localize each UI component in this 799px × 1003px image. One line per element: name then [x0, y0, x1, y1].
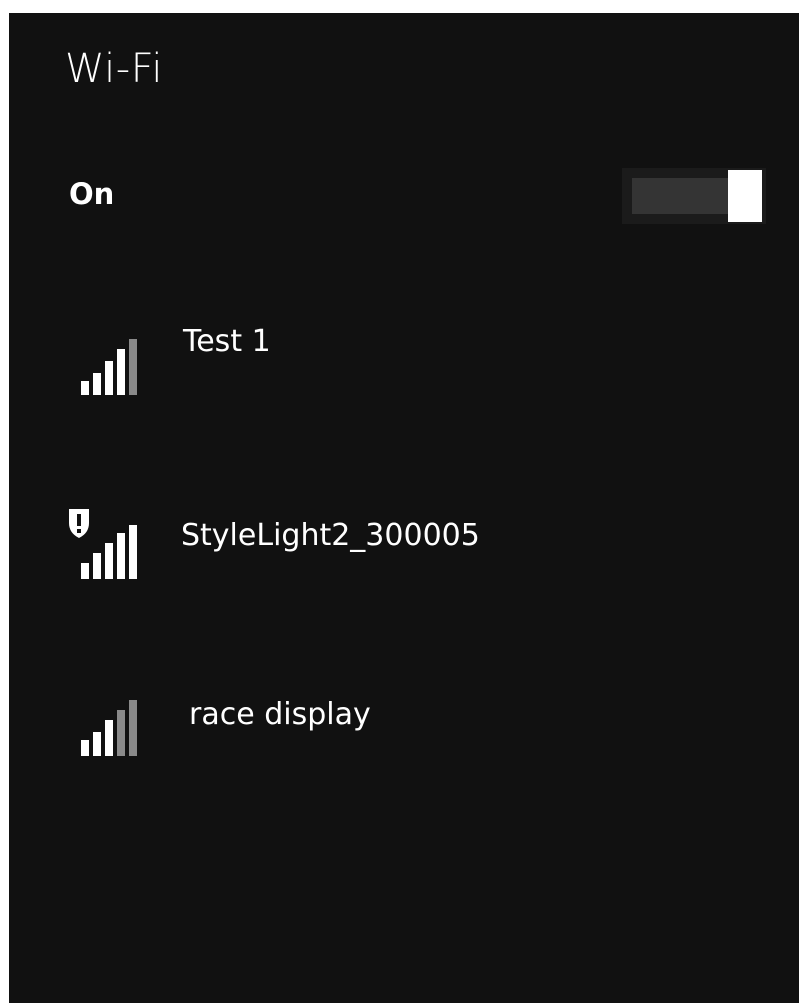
network-name: StyleLight2_300005 — [181, 518, 480, 553]
signal-bar-4 — [117, 710, 125, 756]
signal-bar-3 — [105, 361, 113, 395]
signal-bar-3 — [105, 543, 113, 579]
network-item-stylelight2[interactable]: StyleLight2_300005 — [59, 505, 759, 615]
wifi-signal-icon — [69, 509, 137, 579]
signal-bar-5 — [129, 700, 137, 756]
signal-bar-2 — [93, 732, 101, 756]
signal-bar-1 — [81, 563, 89, 579]
warning-shield-icon — [69, 509, 89, 538]
toggle-thumb[interactable] — [728, 170, 762, 222]
signal-bar-2 — [93, 553, 101, 579]
signal-bar-4 — [117, 533, 125, 579]
signal-bar-3 — [105, 720, 113, 756]
signal-bar-5 — [129, 525, 137, 579]
signal-bar-1 — [81, 740, 89, 756]
page-title: Wi-Fi — [65, 46, 163, 92]
signal-bar-5 — [129, 339, 137, 395]
network-name: race display — [189, 697, 371, 732]
network-item-test-1[interactable]: Test 1 — [59, 313, 759, 423]
network-name: Test 1 — [183, 324, 271, 359]
signal-bar-1 — [81, 381, 89, 395]
wifi-panel: Wi-Fi On Test 1 StyleLight2_300005 race … — [9, 13, 799, 1003]
network-item-race-display[interactable]: race display — [59, 686, 759, 796]
wifi-state-label: On — [69, 177, 115, 211]
signal-bar-4 — [117, 349, 125, 395]
toggle-fill — [632, 178, 732, 214]
signal-bar-2 — [93, 373, 101, 395]
wifi-signal-icon — [81, 700, 137, 756]
wifi-toggle[interactable] — [622, 168, 766, 224]
wifi-signal-icon — [81, 339, 137, 395]
